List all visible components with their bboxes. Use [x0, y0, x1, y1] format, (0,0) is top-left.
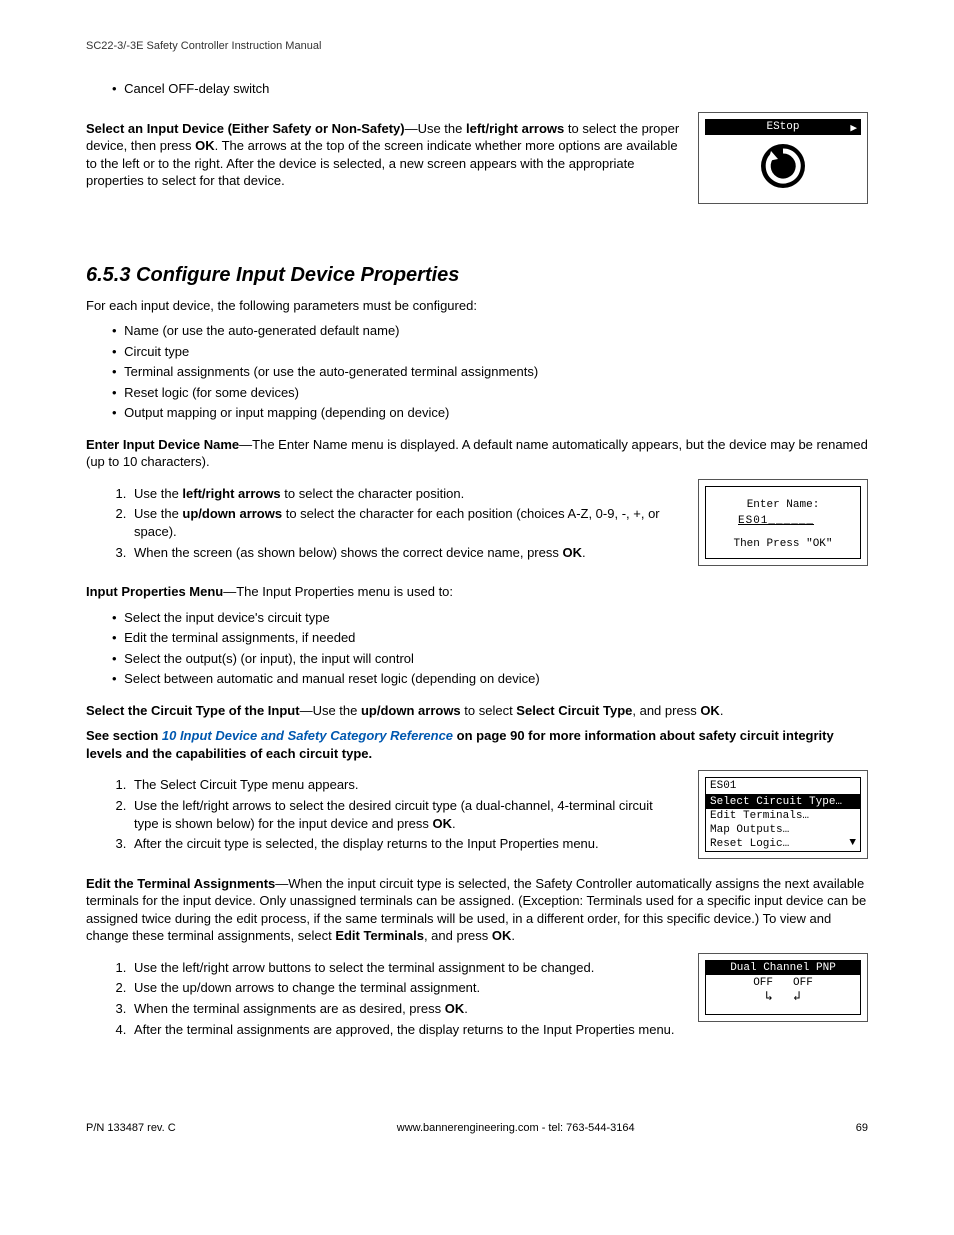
lcd-off-label: OFF [753, 977, 773, 989]
list-item: Name (or use the auto-generated default … [124, 322, 868, 340]
list-item: After the circuit type is selected, the … [130, 835, 680, 853]
lcd-entername-figure: Enter Name: ES01______ Then Press "OK" [698, 479, 868, 567]
paragraph-input-props: Input Properties Menu—The Input Properti… [86, 583, 868, 601]
list-item: When the terminal assignments are as des… [130, 1000, 680, 1018]
list-item: When the screen (as shown below) shows t… [130, 544, 680, 562]
right-arrow-icon: ▶ [850, 121, 857, 135]
list-item: Terminal assignments (or use the auto-ge… [124, 363, 868, 381]
list-item: Cancel OFF-delay switch [124, 80, 868, 98]
lcd-value: ES01______ [738, 513, 828, 530]
lcd-menu-item: Map Outputs… [706, 823, 860, 837]
list-item: Select the output(s) (or input), the inp… [124, 650, 868, 668]
list-item: Output mapping or input mapping (dependi… [124, 404, 868, 422]
list-item: Use the left/right arrows to select the … [130, 797, 680, 832]
lcd-menu-item: Edit Terminals… [706, 809, 860, 823]
lcd-line: Enter Name: [706, 497, 860, 514]
list-item: Select the input device's circuit type [124, 609, 868, 627]
paragraph-select-circuit: Select the Circuit Type of the Input—Use… [86, 702, 868, 720]
down-arrow-icon: ▼ [849, 837, 856, 849]
section-heading: 6.5.3 Configure Input Device Properties [86, 264, 868, 287]
lcd-menu-item: Reset Logic… [706, 837, 860, 851]
footer-page-number: 69 [856, 1122, 868, 1134]
list-item: Circuit type [124, 343, 868, 361]
paragraph-edit-terminals: Edit the Terminal Assignments—When the i… [86, 875, 868, 945]
paragraph-select-device: Select an Input Device (Either Safety or… [86, 120, 680, 190]
lcd-off-label: OFF [793, 977, 813, 989]
contact-symbol-icon: ↳ [765, 989, 773, 1004]
lcd-menu-figure: ES01 Select Circuit Type… Edit Terminals… [698, 770, 868, 859]
contact-symbol-icon: ↲ [793, 989, 801, 1004]
paragraph-see-section: See section 10 Input Device and Safety C… [86, 727, 868, 762]
cross-ref-link[interactable]: 10 Input Device and Safety Category Refe… [162, 728, 453, 743]
list-item: Use the left/right arrow buttons to sele… [130, 959, 680, 977]
list-item: The Select Circuit Type menu appears. [130, 776, 680, 794]
list-item: After the terminal assignments are appro… [130, 1021, 680, 1039]
footer-center: www.bannerengineering.com - tel: 763-544… [397, 1122, 635, 1134]
paragraph: For each input device, the following par… [86, 297, 868, 315]
list-item: Use the up/down arrows to select the cha… [130, 505, 680, 540]
list-item: Use the left/right arrows to select the … [130, 485, 680, 503]
lcd-line: Then Press "OK" [706, 536, 860, 553]
lcd-dual-header: Dual Channel PNP [706, 961, 860, 975]
lcd-estop-figure: EStop ▶ [698, 112, 868, 204]
cycle-icon [758, 141, 808, 191]
lcd-menu-selected: Select Circuit Type… [706, 795, 860, 809]
lcd-menu-title: ES01 [706, 778, 860, 795]
list-item: Reset logic (for some devices) [124, 384, 868, 402]
list-item: Use the up/down arrows to change the ter… [130, 979, 680, 997]
lcd-estop-label: EStop [766, 121, 799, 133]
running-header: SC22-3/-3E Safety Controller Instruction… [86, 40, 868, 52]
paragraph-enter-name: Enter Input Device Name—The Enter Name m… [86, 436, 868, 471]
lcd-dual-figure: Dual Channel PNP OFF OFF ↳ ↲ [698, 953, 868, 1022]
list-item: Edit the terminal assignments, if needed [124, 629, 868, 647]
footer-left: P/N 133487 rev. C [86, 1122, 176, 1134]
list-item: Select between automatic and manual rese… [124, 670, 868, 688]
